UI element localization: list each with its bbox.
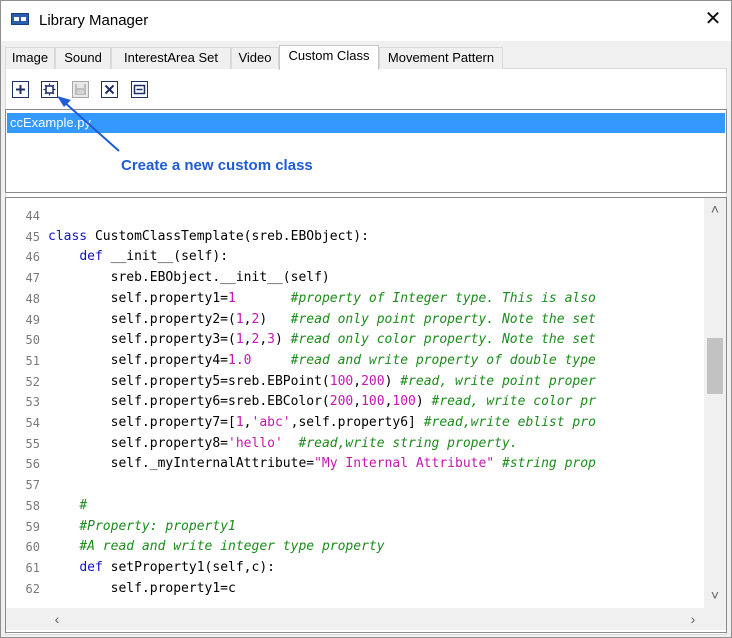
code-text: self.property2=(1,2) #read only point pr… <box>48 311 596 327</box>
scrollbar-thumb[interactable] <box>707 338 723 394</box>
line-number: 55 <box>25 436 40 451</box>
code-text: self.property8='hello' #read,write strin… <box>48 435 518 451</box>
line-number: 60 <box>25 540 40 555</box>
scroll-right-icon[interactable]: › <box>684 610 702 628</box>
code-text: #Property: property1 <box>79 518 236 534</box>
line-number: 53 <box>25 395 40 410</box>
save-icon <box>75 84 86 95</box>
line-number: 48 <box>25 291 40 306</box>
title-bar: Library Manager ✕ <box>1 1 731 41</box>
line-number: 62 <box>25 581 40 596</box>
close-icon[interactable]: ✕ <box>701 7 725 31</box>
line-number: 49 <box>25 312 40 327</box>
code-text: # <box>79 497 88 513</box>
list-item[interactable]: ccExample.py <box>7 113 725 133</box>
tab-bar: Image Sound InterestArea Set Video Custo… <box>5 45 727 70</box>
add-button[interactable] <box>12 81 29 98</box>
scroll-up-icon[interactable]: ˄ <box>706 200 724 218</box>
delete-button[interactable] <box>101 81 118 98</box>
line-number: 50 <box>25 333 40 348</box>
tab-movement-pattern[interactable]: Movement Pattern <box>379 47 503 69</box>
line-number: 52 <box>25 374 40 389</box>
scroll-down-icon[interactable]: ˅ <box>706 586 724 604</box>
line-number: 58 <box>25 498 40 513</box>
code-text: self.property1=1 #property of Integer ty… <box>48 290 596 306</box>
line-number: 47 <box>25 271 40 286</box>
code-text: def __init__(self): <box>79 249 229 265</box>
line-number: 46 <box>25 250 40 265</box>
delete-icon <box>104 84 115 95</box>
code-text: self.property1=c <box>48 580 236 596</box>
code-text: def setProperty1(self,c): <box>79 559 275 575</box>
vertical-scrollbar[interactable]: ˄ ˅ <box>704 198 726 608</box>
code-text: self.property3=(1,2,3) #read only color … <box>48 332 596 348</box>
line-number: 54 <box>25 416 40 430</box>
code-text: #A read and write integer type property <box>79 539 385 555</box>
code-text: self.property4=1.0 #read and write prope… <box>48 352 596 368</box>
app-icon <box>11 13 29 25</box>
code-text: self.property7=[1,'abc',self.property6] … <box>48 415 596 430</box>
new-custom-class-button[interactable] <box>41 81 58 98</box>
scroll-left-icon[interactable]: ‹ <box>48 610 66 628</box>
add-icon <box>16 85 25 94</box>
custom-class-file-list[interactable]: ccExample.py <box>5 109 727 193</box>
code-editor[interactable]: 44 45 class CustomClassTemplate(sreb.EBObj… <box>5 197 727 633</box>
tab-custom-class[interactable]: Custom Class <box>279 45 379 70</box>
tab-video[interactable]: Video <box>231 47 279 69</box>
window-title: Library Manager <box>39 12 149 29</box>
tab-sound[interactable]: Sound <box>55 47 111 69</box>
new-custom-class-icon <box>43 83 56 96</box>
save-button[interactable] <box>72 81 89 98</box>
line-number: 61 <box>25 560 40 575</box>
line-number: 59 <box>25 519 40 534</box>
tab-image[interactable]: Image <box>5 47 55 69</box>
properties-button[interactable] <box>131 81 148 98</box>
code-text: class CustomClassTemplate(sreb.EBObject)… <box>48 228 369 244</box>
properties-icon <box>133 84 146 95</box>
line-number: 56 <box>25 457 40 472</box>
tab-interestarea-set[interactable]: InterestArea Set <box>111 47 231 69</box>
code-text: self.property5=sreb.EBPoint(100,200) #re… <box>48 373 596 389</box>
library-manager-window: Library Manager ✕ Image Sound InterestAr… <box>0 0 732 638</box>
line-number: 44 <box>25 209 40 223</box>
code-text: sreb.EBObject.__init__(self) <box>48 270 330 286</box>
line-number: 57 <box>25 478 40 493</box>
line-number: 45 <box>25 229 40 244</box>
code-text: self._myInternalAttribute="My Internal A… <box>48 456 596 472</box>
annotation-label: Create a new custom class <box>121 157 313 174</box>
code-text: self.property6=sreb.EBColor(200,100,100)… <box>48 394 596 410</box>
line-number: 51 <box>25 353 40 368</box>
horizontal-scrollbar[interactable]: ‹ › <box>6 608 726 630</box>
